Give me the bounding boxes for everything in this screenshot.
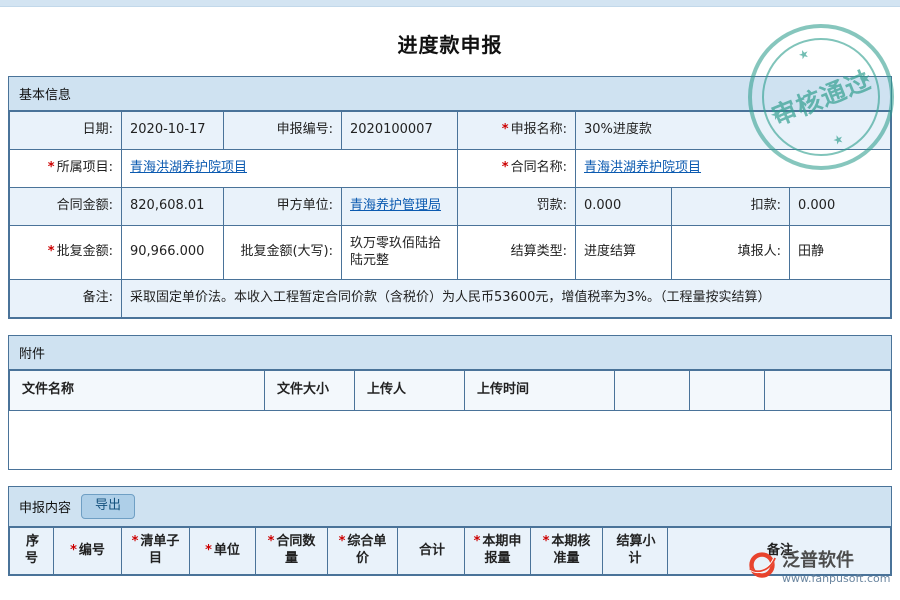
col-header-current-approved: *本期核准量 <box>531 528 603 575</box>
party-a-label: 甲方单位: <box>224 187 342 225</box>
settle-type-value: 进度结算 <box>576 225 672 280</box>
col-header-contract-qty: *合同数量 <box>256 528 328 575</box>
reporter-value: 田静 <box>790 225 891 280</box>
col-header-upload-time: 上传时间 <box>465 371 615 411</box>
basic-info-section: 基本信息 日期: 2020-10-17 申报编号: 2020100007 *申报… <box>8 76 892 319</box>
contract-amount-label: 合同金额: <box>10 187 122 225</box>
col-header-empty <box>615 371 690 411</box>
table-row: 合同金额: 820,608.01 甲方单位: 青海养护管理局 罚款: 0.000… <box>10 187 891 225</box>
basic-info-header: 基本信息 <box>9 77 891 111</box>
decl-name-label: *申报名称: <box>458 112 576 150</box>
declaration-content-header: 申报内容 导出 <box>9 487 891 527</box>
page-title: 进度款申报 <box>0 29 900 58</box>
project-value: 青海洪湖养护院项目 <box>122 149 458 187</box>
vendor-url[interactable]: www.fanpusoft.com <box>782 571 890 586</box>
col-header-seq: 序号 <box>10 528 54 575</box>
approved-amount-label: *批复金额: <box>10 225 122 280</box>
vendor-name: 泛普软件 <box>782 551 890 571</box>
table-row: *批复金额: 90,966.000 批复金额(大写): 玖万零玖佰陆拾陆元整 结… <box>10 225 891 280</box>
table-row: 备注: 采取固定单价法。本收入工程暂定合同价款（含税价）为人民币53600元，增… <box>10 280 891 318</box>
top-strip <box>0 0 900 7</box>
table-row: 文件名称 文件大小 上传人 上传时间 <box>10 371 891 411</box>
col-header-list-item: *清单子目 <box>122 528 190 575</box>
basic-info-table: 日期: 2020-10-17 申报编号: 2020100007 *申报名称: 3… <box>9 111 891 318</box>
decl-no-value: 2020100007 <box>342 112 458 150</box>
penalty-label: 罚款: <box>458 187 576 225</box>
project-link[interactable]: 青海洪湖养护院项目 <box>130 160 247 175</box>
approved-caps-label: 批复金额(大写): <box>224 225 342 280</box>
decl-no-label: 申报编号: <box>224 112 342 150</box>
fanpu-logo-icon <box>748 551 776 583</box>
remark-label: 备注: <box>10 280 122 318</box>
party-a-link[interactable]: 青海养护管理局 <box>350 198 441 213</box>
export-button[interactable]: 导出 <box>81 494 135 519</box>
col-header-total: 合计 <box>398 528 465 575</box>
deduction-value: 0.000 <box>790 187 891 225</box>
col-header-settle-subtotal: 结算小计 <box>603 528 668 575</box>
contract-link[interactable]: 青海洪湖养护院项目 <box>584 160 701 175</box>
contract-amount-value: 820,608.01 <box>122 187 224 225</box>
remark-value: 采取固定单价法。本收入工程暂定合同价款（含税价）为人民币53600元，增值税率为… <box>122 280 891 318</box>
date-value: 2020-10-17 <box>122 112 224 150</box>
col-header-uploader: 上传人 <box>355 371 465 411</box>
col-header-file-size: 文件大小 <box>265 371 355 411</box>
attachments-section: 附件 文件名称 文件大小 上传人 上传时间 <box>8 335 892 470</box>
attachments-table: 文件名称 文件大小 上传人 上传时间 <box>9 370 891 411</box>
attachments-header: 附件 <box>9 336 891 370</box>
penalty-value: 0.000 <box>576 187 672 225</box>
col-header-unit: *单位 <box>190 528 256 575</box>
table-row: *所属项目: 青海洪湖养护院项目 *合同名称: 青海洪湖养护院项目 <box>10 149 891 187</box>
basic-info-title: 基本信息 <box>19 84 71 103</box>
deduction-label: 扣款: <box>672 187 790 225</box>
col-header-code: *编号 <box>54 528 122 575</box>
col-header-unit-price: *综合单价 <box>328 528 398 575</box>
col-header-current-declared: *本期申报量 <box>465 528 531 575</box>
contract-name-value: 青海洪湖养护院项目 <box>576 149 891 187</box>
party-a-value: 青海养护管理局 <box>342 187 458 225</box>
attachments-empty-body <box>9 411 891 469</box>
col-header-empty <box>690 371 765 411</box>
project-label: *所属项目: <box>10 149 122 187</box>
approved-amount-value: 90,966.000 <box>122 225 224 280</box>
reporter-label: 填报人: <box>672 225 790 280</box>
col-header-file-name: 文件名称 <box>10 371 265 411</box>
col-header-empty <box>765 371 891 411</box>
approved-caps-value: 玖万零玖佰陆拾陆元整 <box>342 225 458 280</box>
vendor-logo[interactable]: 泛普软件 www.fanpusoft.com <box>748 551 890 586</box>
contract-name-label: *合同名称: <box>458 149 576 187</box>
date-label: 日期: <box>10 112 122 150</box>
attachments-title: 附件 <box>19 343 45 362</box>
declaration-content-title: 申报内容 <box>19 497 71 516</box>
decl-name-value: 30%进度款 <box>576 112 891 150</box>
table-row: 日期: 2020-10-17 申报编号: 2020100007 *申报名称: 3… <box>10 112 891 150</box>
settle-type-label: 结算类型: <box>458 225 576 280</box>
